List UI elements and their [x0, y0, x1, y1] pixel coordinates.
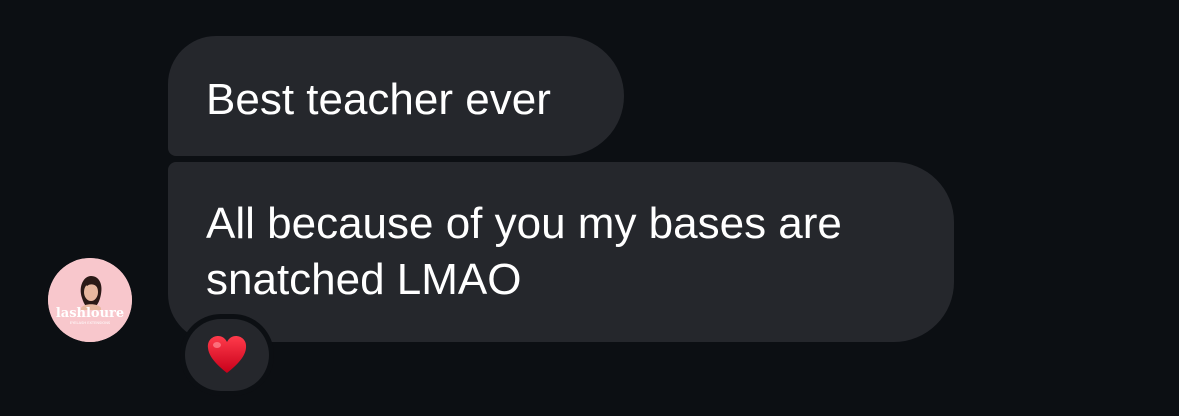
message-bubble[interactable]: Best teacher ever	[168, 36, 624, 156]
brand-name: lashloure	[56, 306, 124, 321]
reaction-pill	[185, 319, 269, 391]
sender-avatar[interactable]: lashloure EYELASH EXTENSIONS	[48, 258, 132, 342]
message-text: Best teacher ever	[206, 75, 551, 124]
message-bubble[interactable]: All because of you my bases are snatched…	[168, 162, 954, 342]
profile-avatar-logo: lashloure EYELASH EXTENSIONS	[48, 258, 132, 342]
reaction-badge[interactable]	[180, 314, 274, 396]
red-heart-icon	[207, 336, 247, 373]
message-text: All because of you my bases are snatched…	[206, 199, 842, 304]
brand-tagline: EYELASH EXTENSIONS	[70, 321, 111, 325]
